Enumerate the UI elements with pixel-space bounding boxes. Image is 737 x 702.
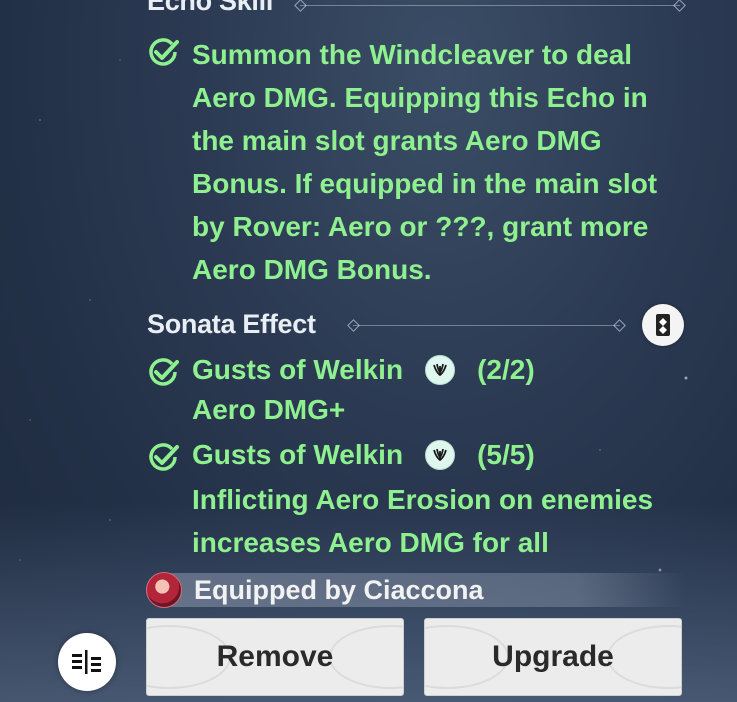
echo-skill-description: Summon the Windcleaver to deal Aero DMG.… xyxy=(192,39,658,285)
set-name: Gusts of Welkin xyxy=(192,354,404,385)
remove-button[interactable]: Remove xyxy=(146,618,404,696)
set-description: Inflicting Aero Erosion on enemies incre… xyxy=(192,484,654,558)
upgrade-button-label: Upgrade xyxy=(492,640,614,673)
echo-skill-title: Echo Skill xyxy=(147,0,274,16)
sonata-filter-button[interactable] xyxy=(642,304,684,346)
sonata-effect-divider xyxy=(347,319,626,332)
sonata-filter-icon xyxy=(656,314,670,336)
list-toggle-icon xyxy=(72,650,101,674)
echo-skill-divider xyxy=(294,0,686,12)
equipped-by-bar: Equipped by Ciaccona xyxy=(146,572,686,608)
equipped-by-label: Equipped by Ciaccona xyxy=(194,574,484,605)
check-icon xyxy=(149,358,179,386)
sonata-effect-title: Sonata Effect xyxy=(147,309,316,339)
set-count: (2/2) xyxy=(477,354,535,385)
welkin-sonata-icon xyxy=(425,440,456,470)
set-description: Aero DMG+ xyxy=(192,394,346,425)
avatar xyxy=(146,572,182,608)
echo-skill-header: Echo Skill xyxy=(147,0,273,17)
sonata-set-row: Gusts of Welkin (2/2) xyxy=(192,354,535,386)
sonata-effect-header: Sonata Effect xyxy=(147,309,316,340)
remove-button-label: Remove xyxy=(216,640,334,673)
set-name: Gusts of Welkin xyxy=(192,439,404,470)
welkin-sonata-icon xyxy=(425,355,456,385)
check-icon xyxy=(149,38,179,66)
upgrade-button[interactable]: Upgrade xyxy=(424,618,682,696)
menu-toggle-button[interactable] xyxy=(58,633,116,691)
check-icon xyxy=(149,443,179,471)
sonata-set-row: Gusts of Welkin (5/5) xyxy=(192,439,535,471)
set-count: (5/5) xyxy=(477,439,535,470)
